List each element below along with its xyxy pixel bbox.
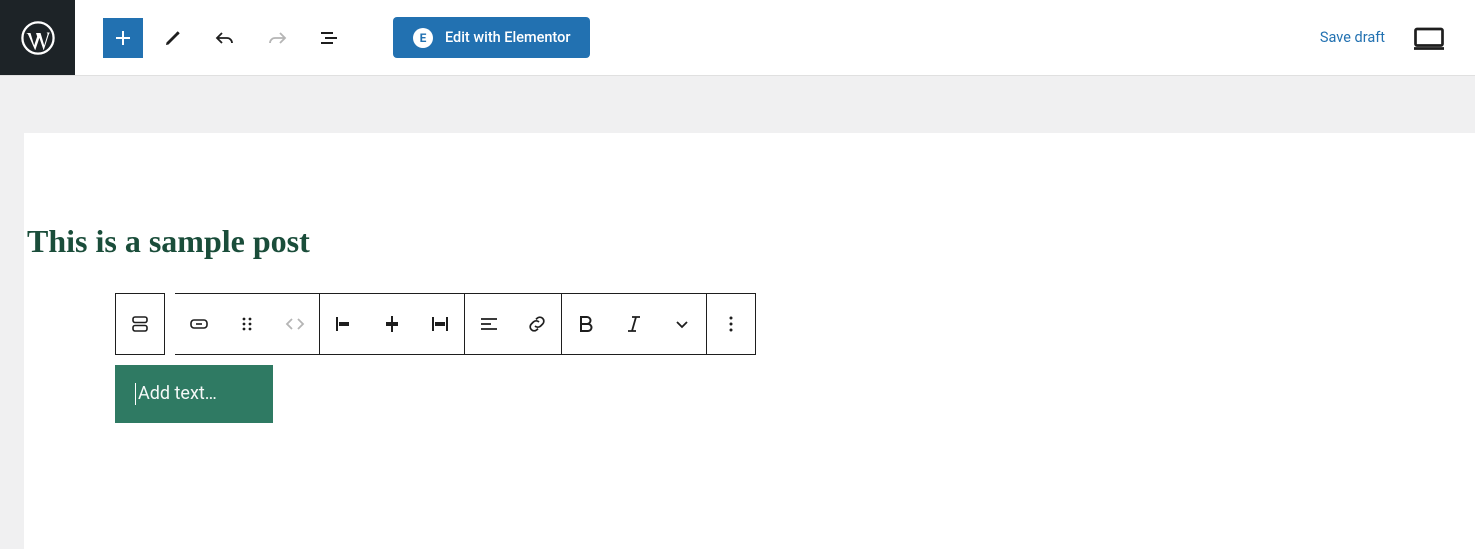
buttons-block-icon — [128, 312, 152, 336]
document-overview-button[interactable] — [307, 16, 351, 60]
editor-topbar: E Edit with Elementor Save draft — [0, 0, 1475, 76]
edit-mode-button[interactable] — [151, 16, 195, 60]
redo-icon — [265, 26, 289, 50]
text-align-left-icon — [477, 312, 501, 336]
align-right-button[interactable] — [416, 300, 464, 348]
text-caret — [135, 383, 136, 405]
button-block-placeholder: Add text… — [138, 383, 217, 404]
undo-icon — [213, 26, 237, 50]
italic-icon — [622, 312, 646, 336]
plus-icon — [111, 26, 135, 50]
bold-icon — [574, 312, 598, 336]
wordpress-logo[interactable] — [0, 0, 75, 75]
wordpress-icon — [21, 21, 55, 55]
topbar-right: Save draft — [1320, 20, 1475, 56]
italic-button[interactable] — [610, 300, 658, 348]
toolbar-group-transform — [175, 293, 320, 355]
list-view-icon — [317, 26, 341, 50]
save-draft-button[interactable]: Save draft — [1320, 29, 1385, 46]
edit-with-elementor-button[interactable]: E Edit with Elementor — [393, 17, 590, 58]
text-align-button[interactable] — [465, 300, 513, 348]
justify-center-icon — [380, 312, 404, 336]
buttons-block-type-button[interactable] — [116, 300, 164, 348]
move-left-right-icon — [283, 312, 307, 336]
desktop-icon — [1411, 20, 1447, 56]
preview-button[interactable] — [1411, 20, 1447, 56]
more-text-formats-button[interactable] — [658, 300, 706, 348]
align-center-button[interactable] — [368, 300, 416, 348]
toolbar-group-align — [320, 293, 465, 355]
bold-button[interactable] — [562, 300, 610, 348]
single-button-block-button[interactable] — [175, 300, 223, 348]
toolbar-group-link — [465, 293, 562, 355]
justify-stretch-icon — [428, 312, 452, 336]
button-block-icon — [187, 312, 211, 336]
move-block-button[interactable] — [271, 300, 319, 348]
toolbar-group-block-type — [115, 293, 165, 355]
add-block-button[interactable] — [103, 18, 143, 58]
undo-button[interactable] — [203, 16, 247, 60]
drag-handle-icon — [235, 312, 259, 336]
elementor-button-label: Edit with Elementor — [445, 29, 570, 46]
more-vertical-icon — [719, 312, 743, 336]
elementor-badge-icon: E — [413, 28, 433, 48]
drag-handle-button[interactable] — [223, 300, 271, 348]
justify-left-icon — [332, 312, 356, 336]
editor-tools — [103, 16, 351, 60]
align-left-button[interactable] — [320, 300, 368, 348]
redo-button[interactable] — [255, 16, 299, 60]
block-options-button[interactable] — [707, 300, 755, 348]
block-toolbar — [115, 293, 756, 355]
link-button[interactable] — [513, 300, 561, 348]
chevron-down-icon — [670, 312, 694, 336]
link-icon — [525, 312, 549, 336]
pencil-icon — [161, 26, 185, 50]
button-block[interactable]: Add text… — [115, 365, 273, 423]
post-title[interactable]: This is a sample post — [27, 222, 310, 260]
toolbar-group-more — [707, 293, 756, 355]
toolbar-group-text-format — [562, 293, 707, 355]
